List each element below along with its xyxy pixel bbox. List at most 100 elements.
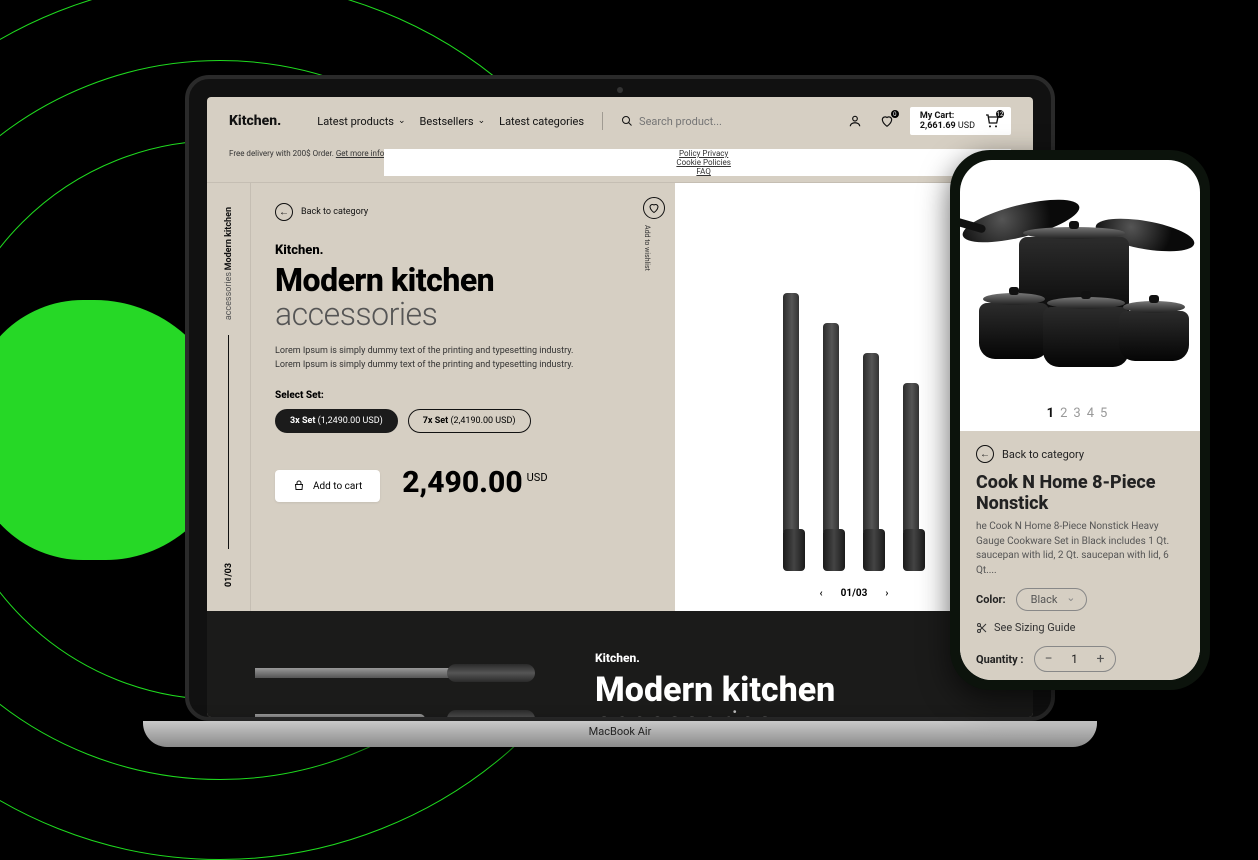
mobile-product-body: ← Back to category Cook N Home 8-Piece N… [960,431,1200,680]
add-to-wishlist-button[interactable] [643,197,665,219]
gallery-dot[interactable]: 1 [1047,406,1060,421]
nav-latest-categories[interactable]: Latest categories [499,115,584,128]
notice-bar: Free delivery with 200$ Order. Get more … [207,145,1033,183]
rail-subtitle: accessories [224,272,234,320]
mobile-product-description: he Cook N Home 8-Piece Nonstick Heavy Ga… [976,520,1184,578]
price-currency: USD [527,471,548,484]
sizing-guide-link[interactable]: See Sizing Guide [976,621,1184,634]
cart-label: My Cart: [920,111,975,121]
notice-more-link[interactable]: Get more info [336,149,384,158]
knife-image [255,706,535,717]
arrow-left-icon: ← [976,445,994,463]
rail-page: 01/03 [224,563,234,587]
search-input[interactable] [639,115,759,128]
promo-images [255,660,535,717]
wishlist-badge: 0 [891,110,899,118]
color-label: Color: [976,593,1006,606]
promo-band: Kitchen. Modern kitchen accessories [207,611,1033,717]
footer-link-privacy[interactable]: Policy Privacy [679,149,728,158]
gallery-dot[interactable]: 2 [1060,406,1073,421]
laptop-brand-label: MacBook Air [143,725,1097,738]
color-select[interactable]: Black [1016,588,1087,611]
promo-title-line1: Modern kitchen [595,673,835,707]
gallery-dots: 12345 [960,400,1200,431]
knife-image [255,660,535,686]
promo-brand: Kitchen. [595,651,835,665]
mobile-app-screen: 12345 ← Back to category Cook N Home 8-P… [960,160,1200,680]
rail-divider [228,335,229,549]
nav-label: Latest categories [499,115,584,128]
scissors-icon [976,622,988,634]
user-icon [848,114,862,128]
set-price: (1,2490.00 USD) [318,416,383,426]
wishlist-button[interactable]: 0 [878,112,896,130]
chevron-down-icon: ⌄ [478,116,486,126]
nav-label: Bestsellers [420,115,474,128]
gallery-dot[interactable]: 4 [1087,406,1100,421]
footer-link-faq[interactable]: FAQ [696,167,710,176]
laptop-mockup: Kitchen. Latest products ⌄ Bestsellers ⌄… [185,75,1055,747]
product-brand: Kitchen. [275,243,651,258]
search-box[interactable] [621,115,832,128]
set-price: (2,4190.00 USD) [450,416,515,426]
nav-bestsellers[interactable]: Bestsellers ⌄ [420,115,486,128]
nav-label: Latest products [317,115,394,128]
knives-image [783,271,925,571]
quantity-stepper: − 1 + [1034,646,1116,672]
cart-summary[interactable]: My Cart: 2,661.69 USD 12 [910,107,1011,135]
mobile-product-image [960,160,1200,400]
cart-currency: USD [958,121,975,131]
product-price: 2,490.00 USD [402,465,547,500]
product-title-line1: Modern kitchen [275,264,651,298]
quantity-increase-button[interactable]: + [1087,647,1115,671]
basket-icon [293,480,305,492]
divider [602,112,603,130]
notice-text: Free delivery with 200$ Order. [229,149,334,158]
set-option-3x[interactable]: 3x Set (1,2490.00 USD) [275,409,398,433]
footer-link-cookies[interactable]: Cookie Policies [676,158,731,167]
quantity-value: 1 [1063,652,1087,666]
cart-badge: 12 [996,110,1004,118]
quantity-label: Quantity : [976,653,1024,666]
wishlist-vertical-label: Add to wishlist [643,225,651,271]
cart-icon-wrap: 12 [983,112,1001,130]
laptop-base: MacBook Air [143,721,1097,747]
quantity-decrease-button[interactable]: − [1035,647,1063,671]
search-icon [621,115,633,127]
desktop-app-screen: Kitchen. Latest products ⌄ Bestsellers ⌄… [207,97,1033,717]
phone-mockup: 12345 ← Back to category Cook N Home 8-P… [950,150,1210,690]
set-option-7x[interactable]: 7x Set (2,4190.00 USD) [408,409,531,433]
gallery-prev-button[interactable]: ‹ [820,588,823,599]
gallery-next-button[interactable]: › [885,588,888,599]
side-rail: Modern kitchen accessories 01/03 [207,183,251,611]
back-label: Back to category [1002,448,1084,461]
chevron-down-icon: ⌄ [398,116,406,126]
cart-amount: 2,661.69 [920,121,956,131]
gallery-dot[interactable]: 5 [1100,406,1113,421]
add-to-cart-label: Add to cart [313,481,362,492]
heart-icon [648,202,660,214]
camera-dot [617,87,623,93]
header-bar: Kitchen. Latest products ⌄ Bestsellers ⌄… [207,97,1033,145]
pot-image [979,303,1049,359]
select-set-label: Select Set: [275,390,651,401]
product-title-line2: accessories [275,298,651,330]
arrow-left-icon: ← [275,203,293,221]
pot-image [1119,311,1189,361]
set-name: 3x Set [290,416,315,426]
gallery-page: 01/03 [841,588,868,599]
back-label: Back to category [301,207,368,217]
add-to-cart-button[interactable]: Add to cart [275,470,380,502]
mobile-back-to-category[interactable]: ← Back to category [976,445,1184,463]
price-value: 2,490.00 [402,465,522,500]
mobile-product-title: Cook N Home 8-Piece Nonstick [976,473,1184,514]
nav-latest-products[interactable]: Latest products ⌄ [317,115,405,128]
product-description: Lorem Ipsum is simply dummy text of the … [275,344,575,373]
set-name: 7x Set [423,416,448,426]
back-to-category[interactable]: ← Back to category [275,203,651,221]
rail-title: Modern kitchen [224,207,234,270]
gallery-dot[interactable]: 3 [1073,406,1086,421]
account-button[interactable] [846,112,864,130]
site-logo[interactable]: Kitchen. [229,113,281,129]
gallery-pager: ‹ 01/03 › [820,588,889,599]
